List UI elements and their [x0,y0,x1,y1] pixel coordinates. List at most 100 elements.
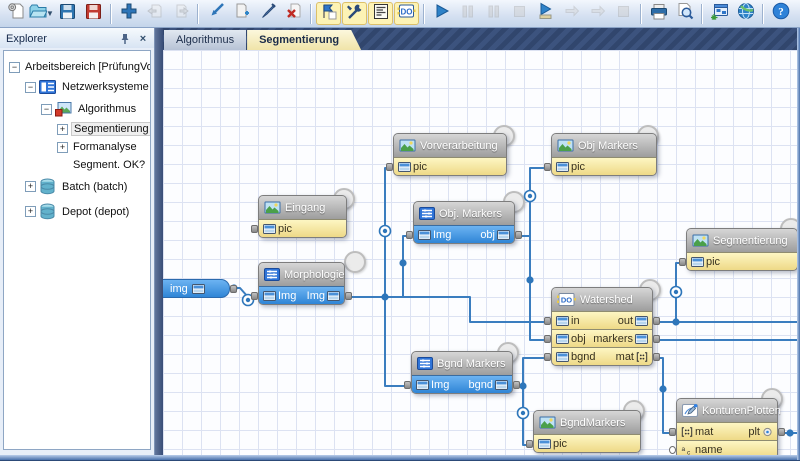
node-obj-markers-top[interactable]: Obj Markerspic [551,133,657,176]
show-code-button[interactable] [368,2,393,25]
tree-item-formanalyse[interactable]: +Formanalyse [4,138,150,156]
port-Img[interactable] [251,292,258,300]
tree-item-arbeitsbereich-pr-fungvonbieget[interactable]: −Arbeitsbereich [PrüfungVonBieget [4,58,150,76]
node-graph-canvas[interactable]: img Eingang pic MorphologieImgImg Vorverarbe… [163,50,800,460]
tree-item-depot-depot[interactable]: +Depot (depot) [4,199,150,224]
node-segmentierung[interactable]: Segmentierungpic [686,228,798,271]
tree-item-algorithmus[interactable]: −Algorithmus [4,98,150,120]
port-obj[interactable] [515,231,522,239]
pause-icon [485,3,502,25]
port-right: bgnd [469,379,508,391]
node-eingang[interactable]: Eingang pic [258,195,347,238]
node-vorverarbeitung[interactable]: Vorverarbeitungpic [393,133,507,176]
port-mat[interactable] [669,428,676,436]
node-port-row: matplt [677,422,777,440]
wire-junction-dot [786,429,793,436]
tree-expander-icon[interactable]: − [41,104,52,115]
add-item-button[interactable] [116,2,141,25]
edit-button[interactable] [255,2,280,25]
port-out[interactable] [653,317,660,325]
save-all-button[interactable] [81,2,106,25]
application-window: ▼DO? Explorer × −Arbeitsbereich [Prüfung… [0,0,800,461]
printer-icon [650,3,668,25]
node-title: Morphologie [284,269,345,281]
open-button[interactable]: ▼ [29,2,54,25]
port-Img[interactable] [345,292,352,300]
wire-routing-point[interactable] [671,287,682,298]
port-pic[interactable] [386,163,393,171]
wire-routing-point[interactable] [525,191,536,202]
port-Img[interactable] [406,231,413,239]
node-obj-markers[interactable]: Obj. MarkersImgobj [413,201,515,244]
external-port-img[interactable]: img [163,279,230,298]
tree-expander-icon[interactable]: − [25,82,36,93]
port-pic[interactable] [679,258,686,266]
toolbar-separator [110,4,112,24]
port-plt[interactable] [778,428,785,436]
node-konturenplotten[interactable]: KonturenPlottenmatpltacname [676,398,778,459]
node-bgnd-markers[interactable]: Bgnd MarkersImgbgnd [411,351,513,394]
node-title: Watershed [580,294,633,306]
flag-icon [320,3,337,25]
port-label: mat [616,351,634,363]
explorer-tree: −Arbeitsbereich [PrüfungVonBieget−Netzwe… [3,50,151,450]
svg-text:c: c [687,449,691,455]
do-icon: DO [557,293,576,306]
tree-item-netzwerksysteme[interactable]: −Netzwerksysteme [4,76,150,98]
pic-icon [327,291,340,301]
print-button[interactable] [646,2,671,25]
tab-segmentierung[interactable]: Segmentierung [247,30,361,50]
web-help-button[interactable] [733,2,758,25]
wire-junction-dot [659,385,666,392]
wire-routing-point[interactable] [518,408,529,419]
delete-button[interactable] [281,2,306,25]
pin-icon[interactable] [118,32,132,46]
show-do-blocks-button[interactable]: DO [394,2,419,25]
tree-item-batch-batch[interactable]: +Batch (batch) [4,174,150,199]
port-mat[interactable] [653,353,660,361]
node-watershed[interactable]: DOWatershedinoutobjmarkersbgndmat [551,287,653,366]
port-bgnd[interactable] [513,381,520,389]
new-network-view-button[interactable] [707,2,732,25]
show-flags-button[interactable] [316,2,341,25]
port-markers[interactable] [653,335,660,343]
svg-text:?: ? [778,6,784,18]
port-img[interactable] [230,285,237,293]
port-pic[interactable] [544,163,551,171]
tree-item-segmentierung[interactable]: +Segmentierung [4,120,150,138]
folder-icon [29,3,47,24]
run-selection-button[interactable] [533,2,558,25]
save-button[interactable] [55,2,80,25]
print-preview-button[interactable] [672,2,697,25]
port-in[interactable] [544,317,551,325]
tree-expander-icon[interactable]: + [57,124,68,135]
tree-expander-icon[interactable]: + [25,206,36,217]
run-button[interactable] [429,2,454,25]
tab-algorithmus[interactable]: Algorithmus [164,30,246,50]
tree-item-segment-ok[interactable]: Segment. OK? [4,156,150,174]
duplicate-button[interactable] [229,2,254,25]
tree-expander-icon[interactable]: − [9,62,20,73]
close-icon[interactable]: × [136,32,150,46]
help-button[interactable]: ? [768,2,793,25]
port-Img[interactable] [404,381,411,389]
node-header: Eingang [259,196,346,219]
node-morphologie[interactable]: MorphologieImgImg [258,262,345,305]
port-left: pic [263,223,292,235]
port-pic[interactable] [251,225,258,233]
show-tools-button[interactable] [342,2,367,25]
panel-splitter[interactable] [155,28,163,460]
port-name[interactable] [669,446,676,454]
tree-expander-icon[interactable]: + [25,181,36,192]
port-bgnd[interactable] [544,353,551,361]
port-obj[interactable] [544,335,551,343]
wire-routing-point[interactable] [380,226,391,237]
pic-icon [497,230,510,240]
port-pic[interactable] [526,440,533,448]
tree-expander-icon[interactable]: + [57,142,68,153]
wire-junction-dot [399,259,406,266]
import-button[interactable] [203,2,228,25]
node-bgndmarkers-view[interactable]: BgndMarkerspic [533,410,641,453]
dropdown-caret-icon[interactable]: ▼ [46,9,54,18]
new-workspace-button[interactable] [3,2,28,25]
